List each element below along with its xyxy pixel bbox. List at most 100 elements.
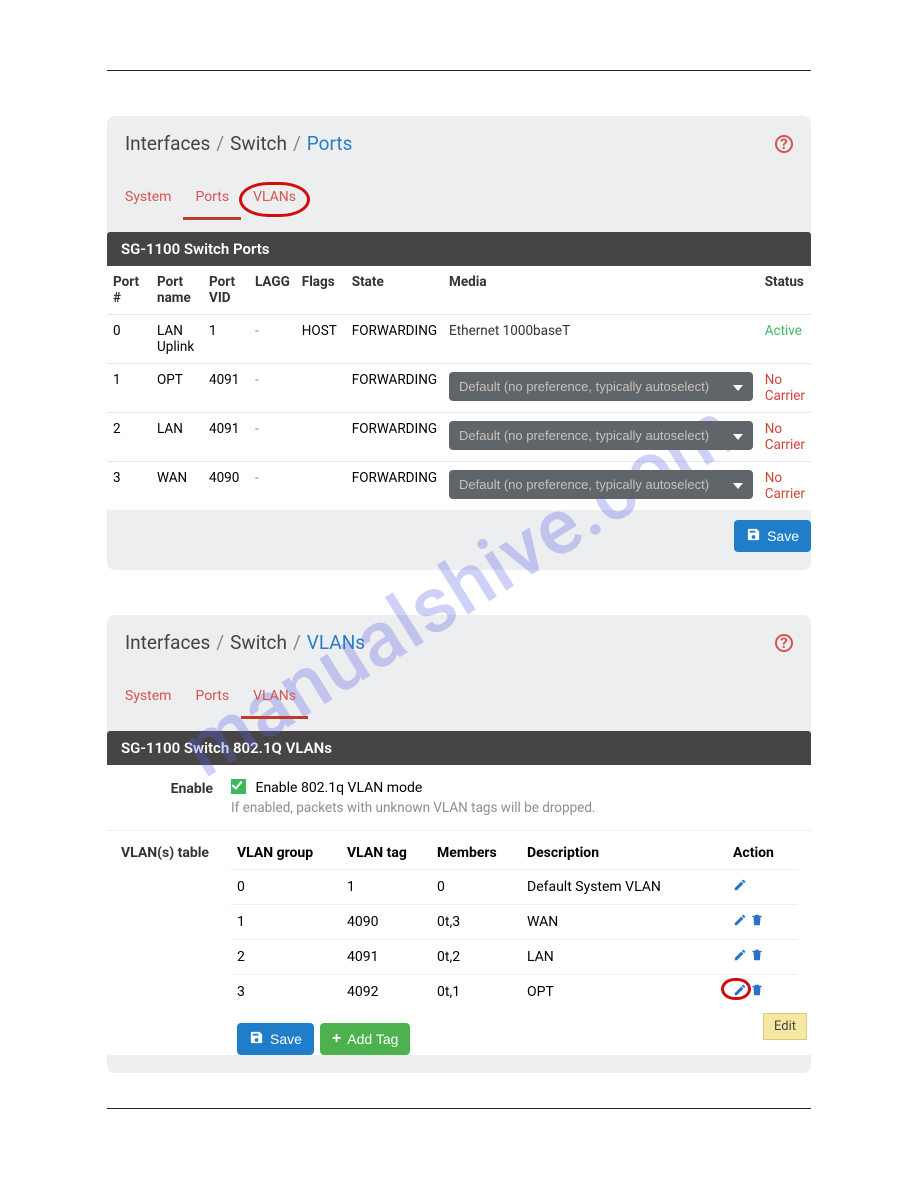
tab-system[interactable]: System <box>113 179 183 220</box>
cell-members: 0 <box>431 870 521 905</box>
vlans-card: SG-1100 Switch 802.1Q VLANs Enable Enabl… <box>107 731 811 1055</box>
table-row: 2 LAN 4091 - FORWARDING Default (no pref… <box>107 413 811 462</box>
breadcrumb-sep: / <box>216 132 224 155</box>
pencil-icon[interactable] <box>733 913 747 931</box>
cell-portname: LAN Uplink <box>151 315 203 364</box>
breadcrumb-interfaces[interactable]: Interfaces <box>125 132 210 155</box>
cell-group: 2 <box>231 940 341 975</box>
pencil-icon[interactable] <box>733 983 747 1001</box>
media-select[interactable]: Default (no preference, typically autose… <box>449 470 753 499</box>
help-icon[interactable]: ? <box>775 135 793 153</box>
enable-help: If enabled, packets with unknown VLAN ta… <box>231 800 797 816</box>
tab-vlans[interactable]: VLANs <box>241 678 308 719</box>
cell-state: FORWARDING <box>346 462 443 511</box>
tab-ports[interactable]: Ports <box>183 179 241 220</box>
tab-system[interactable]: System <box>113 678 183 719</box>
table-row: 1 4090 0t,3 WAN <box>231 905 797 940</box>
col-portnum: Port # <box>107 266 151 315</box>
cell-group: 1 <box>231 905 341 940</box>
table-row: 3 4092 0t,1 OPT <box>231 975 797 1010</box>
save-row: Save <box>107 510 811 552</box>
breadcrumb-switch[interactable]: Switch <box>230 132 287 155</box>
help-icon[interactable]: ? <box>775 634 793 652</box>
top-rule <box>107 70 811 71</box>
tabs: System Ports VLANs <box>107 171 811 220</box>
cell-lagg: - <box>249 364 296 413</box>
pencil-icon[interactable] <box>733 878 747 896</box>
save-label: Save <box>270 1031 302 1047</box>
breadcrumb-switch[interactable]: Switch <box>230 631 287 654</box>
add-tag-button[interactable]: + Add Tag <box>320 1023 410 1055</box>
cell-tag: 4090 <box>341 905 431 940</box>
table-row: 2 4091 0t,2 LAN <box>231 940 797 975</box>
vlan-table-row: VLAN(s) table VLAN group VLAN tag Member… <box>107 830 811 1009</box>
enable-checkbox[interactable] <box>231 779 246 794</box>
breadcrumb-sep: / <box>293 631 301 654</box>
cell-portnum: 1 <box>107 364 151 413</box>
vlan-table-label: VLAN(s) table <box>121 837 231 1009</box>
breadcrumb: Interfaces / Switch / VLANs ? <box>107 615 811 670</box>
col-flags: Flags <box>296 266 346 315</box>
save-icon <box>746 527 761 545</box>
breadcrumb-interfaces[interactable]: Interfaces <box>125 631 210 654</box>
cell-flags: HOST <box>296 315 346 364</box>
cell-portvid: 4090 <box>203 462 249 511</box>
col-action: Action <box>727 837 797 870</box>
save-button[interactable]: Save <box>734 520 811 552</box>
col-status: Status <box>759 266 811 315</box>
cell-lagg: - <box>249 413 296 462</box>
col-portvid: Port VID <box>203 266 249 315</box>
tab-vlans-label: VLANs <box>253 189 296 205</box>
ports-card: SG-1100 Switch Ports Port # Port name Po… <box>107 232 811 510</box>
cell-lagg: - <box>249 462 296 511</box>
cell-portnum: 0 <box>107 315 151 364</box>
breadcrumb-vlans: VLANs <box>307 631 365 654</box>
cell-members: 0t,3 <box>431 905 521 940</box>
cell-flags <box>296 364 346 413</box>
enable-text: Enable 802.1q VLAN mode <box>255 780 422 796</box>
card-title: SG-1100 Switch 802.1Q VLANs <box>107 731 811 765</box>
cell-portnum: 2 <box>107 413 151 462</box>
cell-flags <box>296 462 346 511</box>
trash-icon[interactable] <box>750 983 764 1001</box>
cell-action <box>727 975 797 1010</box>
cell-members: 0t,2 <box>431 940 521 975</box>
col-members: Members <box>431 837 521 870</box>
save-button[interactable]: Save <box>237 1023 314 1055</box>
trash-icon[interactable] <box>750 948 764 966</box>
cell-status: Active <box>759 315 811 364</box>
col-media: Media <box>443 266 759 315</box>
tabs: System Ports VLANs <box>107 670 811 719</box>
tab-vlans[interactable]: VLANs <box>241 179 308 220</box>
cell-action <box>727 870 797 905</box>
edit-callout: Edit <box>763 1013 807 1040</box>
cell-group: 3 <box>231 975 341 1010</box>
breadcrumb-ports: Ports <box>307 132 353 155</box>
cell-status: No Carrier <box>759 364 811 413</box>
cell-action <box>727 905 797 940</box>
cell-description: WAN <box>521 905 727 940</box>
col-state: State <box>346 266 443 315</box>
cell-state: FORWARDING <box>346 364 443 413</box>
col-description: Description <box>521 837 727 870</box>
trash-icon[interactable] <box>750 913 764 931</box>
media-text: Ethernet 1000baseT <box>449 323 570 339</box>
breadcrumb: Interfaces / Switch / Ports ? <box>107 116 811 171</box>
panel-switch-vlans: Interfaces / Switch / VLANs ? System Por… <box>107 615 811 1073</box>
cell-portvid: 1 <box>203 315 249 364</box>
pencil-icon[interactable] <box>733 948 747 966</box>
tab-ports[interactable]: Ports <box>183 678 241 719</box>
cell-portvid: 4091 <box>203 413 249 462</box>
page-container: manualshive.com Interfaces / Switch / Po… <box>0 0 918 1179</box>
add-tag-label: Add Tag <box>347 1031 398 1047</box>
cell-flags <box>296 413 346 462</box>
media-select[interactable]: Default (no preference, typically autose… <box>449 372 753 401</box>
bottom-rule <box>107 1108 811 1109</box>
cell-members: 0t,1 <box>431 975 521 1010</box>
cell-description: LAN <box>521 940 727 975</box>
cell-portname: OPT <box>151 364 203 413</box>
table-row: 0 1 0 Default System VLAN <box>231 870 797 905</box>
media-select[interactable]: Default (no preference, typically autose… <box>449 421 753 450</box>
cell-media: Default (no preference, typically autose… <box>443 462 759 511</box>
panel-switch-ports: Interfaces / Switch / Ports ? System Por… <box>107 116 811 570</box>
